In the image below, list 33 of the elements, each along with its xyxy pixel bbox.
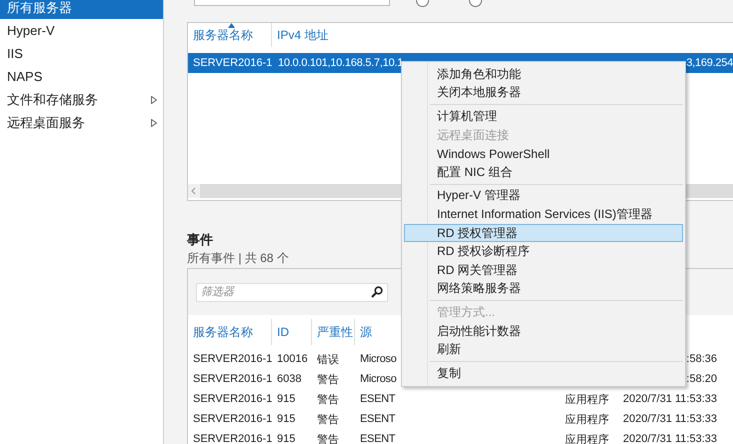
table-cell-text: 2020/7/31 11:53:33	[622, 413, 717, 425]
table-cell-text: 915	[276, 413, 296, 425]
table-cell-text: 错误	[316, 352, 340, 366]
table-cell-text: 2020/7/31 11:53:33	[622, 433, 717, 444]
section-title: 事件	[187, 231, 213, 249]
table-cell-text: 2020/7/31 11:53:33	[622, 393, 717, 405]
table-cell-text: SERVER2016-1	[192, 353, 272, 365]
table-cell-text: SERVER2016-1	[192, 373, 272, 385]
table-cell: 应用程序	[565, 414, 609, 426]
table-cell: 应用程序	[565, 394, 609, 406]
table-cell-text: 警告	[316, 432, 340, 444]
section-subtitle: 所有事件 | 共 68 个	[187, 250, 289, 267]
table-cell-text: SERVER2016-1	[192, 433, 272, 444]
table-cell-text: 10.0.0.101,10.168.5.7,10.1	[277, 57, 404, 69]
table-cell-text: 915	[276, 393, 296, 405]
table-cell-text: :58:36	[685, 353, 717, 365]
table-cell-text: 915	[276, 433, 296, 444]
table-cell-text: SERVER2016-1	[192, 57, 273, 69]
table-cell: Microso	[360, 373, 396, 385]
table-cell-text: 警告	[316, 372, 340, 386]
table-cell-text: SERVER2016-1	[192, 393, 272, 405]
table-cell-text: :58:20	[685, 373, 717, 385]
table-cell-text: 10016	[276, 353, 309, 365]
table-cell: ESENT	[360, 433, 396, 444]
table-cell-text: 警告	[316, 412, 340, 426]
table-cell: ESENT	[360, 413, 396, 425]
table-cell: ESENT	[360, 393, 396, 405]
table-cell-text: 3,169.254	[685, 57, 733, 69]
table-cell-text: 6038	[276, 373, 302, 385]
table-cell-text: 警告	[316, 392, 340, 406]
table-cell: 应用程序	[565, 434, 609, 444]
table-cell-text: SERVER2016-1	[192, 413, 272, 425]
table-cell: Microso	[360, 353, 396, 365]
